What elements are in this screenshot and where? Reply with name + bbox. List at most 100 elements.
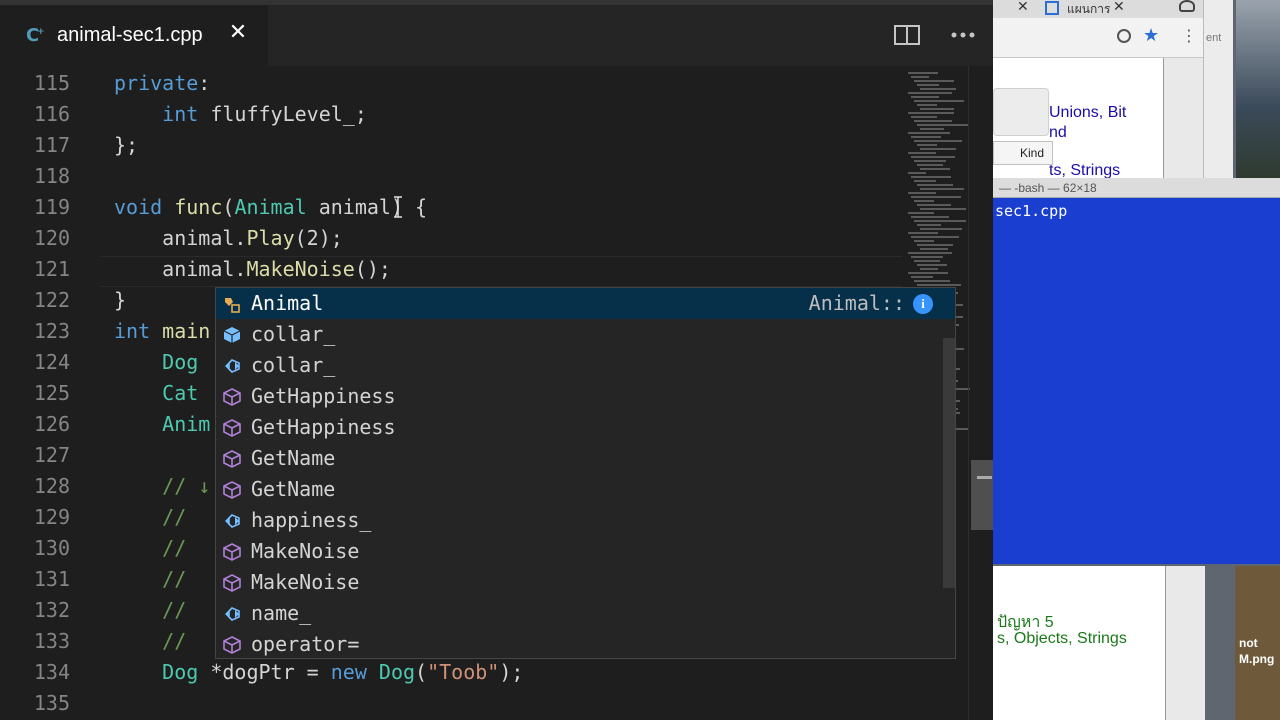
suggestion-item[interactable]: collar_	[216, 319, 955, 350]
suggestion-detail: Animal::	[808, 291, 905, 315]
minimap-line	[920, 108, 954, 110]
code-line: private:	[114, 68, 210, 99]
terminal-window[interactable]: sec1.cpp	[993, 198, 1280, 564]
scrollbar-thumb[interactable]	[971, 460, 993, 530]
info-icon[interactable]: i	[913, 294, 933, 314]
close-icon[interactable]: ✕	[1113, 0, 1125, 15]
minimap-line	[911, 236, 959, 238]
cube-icon	[221, 324, 243, 346]
suggestion-item[interactable]: GetName	[216, 443, 955, 474]
page-link[interactable]: s, Objects, Strings	[997, 630, 1127, 648]
code-token: ();	[354, 257, 391, 281]
menu-icon[interactable]: ⋮	[1181, 26, 1197, 45]
split-editor-icon[interactable]	[894, 24, 920, 46]
suggestion-item[interactable]: collar_	[216, 350, 955, 381]
kind-button[interactable]: Kind	[993, 141, 1053, 165]
close-icon[interactable]: ✕	[228, 20, 248, 48]
minimap-line	[917, 224, 941, 226]
minimap-line	[908, 132, 950, 134]
minimap-line	[917, 164, 943, 166]
suggestion-item[interactable]: MakeNoise	[216, 567, 955, 598]
code-token: private	[114, 71, 199, 95]
vertical-scrollbar[interactable]	[968, 66, 993, 720]
line-number: 118	[33, 164, 70, 188]
code-token: Dog	[378, 660, 416, 684]
suggestion-item[interactable]: Animal Animal:: i	[216, 288, 955, 319]
minimap-line	[914, 140, 962, 142]
code-token: main	[162, 319, 211, 343]
suggest-scrollbar[interactable]	[943, 338, 955, 588]
autocomplete-suggest-widget[interactable]: operator= name_ MakeNoise MakeNoise happines…	[215, 287, 956, 659]
code-token: animal.	[114, 257, 247, 281]
code-token: new	[330, 660, 367, 684]
code-token: Animal	[234, 195, 307, 219]
suggestion-label: GetHappiness	[251, 415, 396, 439]
minimap-line	[914, 120, 952, 122]
minimap-line	[917, 84, 939, 86]
suggestion-item[interactable]: GetHappiness	[216, 412, 955, 443]
code-line: Cat	[114, 378, 198, 409]
finder-search-field[interactable]	[993, 88, 1049, 136]
page-link[interactable]: nd	[1049, 124, 1067, 142]
minimap-line	[920, 228, 962, 230]
method-icon	[221, 541, 243, 563]
code-line: Dog *dogPtr = new Dog("Toob");	[114, 657, 523, 688]
bookmark-star-icon[interactable]: ★	[1143, 25, 1159, 46]
suggestion-label: collar_	[251, 353, 336, 377]
code-token: fluffyLevel_;	[198, 102, 367, 126]
code-token: //	[162, 567, 187, 591]
minimap-line	[914, 220, 966, 222]
code-token: int	[162, 102, 199, 126]
line-number: 117	[33, 133, 70, 157]
code-token: Anim	[162, 412, 211, 436]
code-token: (	[415, 660, 428, 684]
line-number: 122	[33, 288, 70, 312]
method-icon	[221, 479, 243, 501]
code-token: Dog	[162, 350, 199, 374]
minimap-line	[917, 124, 969, 126]
more-actions-icon[interactable]	[950, 24, 976, 46]
minimap-line	[917, 184, 953, 186]
profile-icon[interactable]	[1179, 0, 1195, 12]
suggestion-item[interactable]: name_	[216, 598, 955, 629]
minimap-line	[920, 268, 938, 270]
minimap-line	[908, 192, 936, 194]
suggestion-item[interactable]: MakeNoise	[216, 536, 955, 567]
background-windows: ✕ แผนการ ✕ ★ ⋮ ent Unions, Bit nd ts, St…	[993, 0, 1280, 720]
close-icon[interactable]: ✕	[1017, 0, 1029, 15]
minimap-line	[911, 216, 949, 218]
minimap-line	[914, 100, 964, 102]
code-token: //	[162, 505, 187, 529]
page-link[interactable]: Unions, Bit	[1049, 104, 1126, 122]
suggestion-label: operator=	[251, 632, 360, 656]
suggestion-label: MakeNoise	[251, 570, 360, 594]
line-number: 120	[33, 226, 70, 250]
suggestion-item[interactable]: GetName	[216, 474, 955, 505]
suggestion-label: GetName	[251, 477, 336, 501]
suggestion-item[interactable]: operator=	[216, 629, 955, 660]
line-number: 124	[33, 350, 70, 374]
suggestion-item[interactable]: happiness_	[216, 505, 955, 536]
field-icon	[221, 603, 243, 625]
suggestion-label: collar_	[251, 322, 336, 346]
browser-toolbar: ★ ⋮	[993, 18, 1203, 58]
tab-animal-sec1[interactable]: C + animal-sec1.cpp ✕	[0, 5, 268, 66]
suggestion-label: GetHappiness	[251, 384, 396, 408]
suggestion-label: MakeNoise	[251, 539, 360, 563]
line-number: 123	[33, 319, 70, 343]
line-number: 116	[33, 102, 70, 126]
browser-tab-title[interactable]: แผนการ	[1067, 0, 1110, 19]
code-line: // ↓	[114, 471, 210, 502]
suggestion-item[interactable]: GetHappiness	[216, 381, 955, 412]
code-token: //	[162, 536, 187, 560]
zoom-icon[interactable]	[1117, 29, 1131, 43]
desktop-wallpaper	[1236, 0, 1280, 178]
web-page-margin	[1163, 58, 1203, 180]
browser-tab-strip: ✕ แผนการ ✕	[993, 0, 1233, 18]
